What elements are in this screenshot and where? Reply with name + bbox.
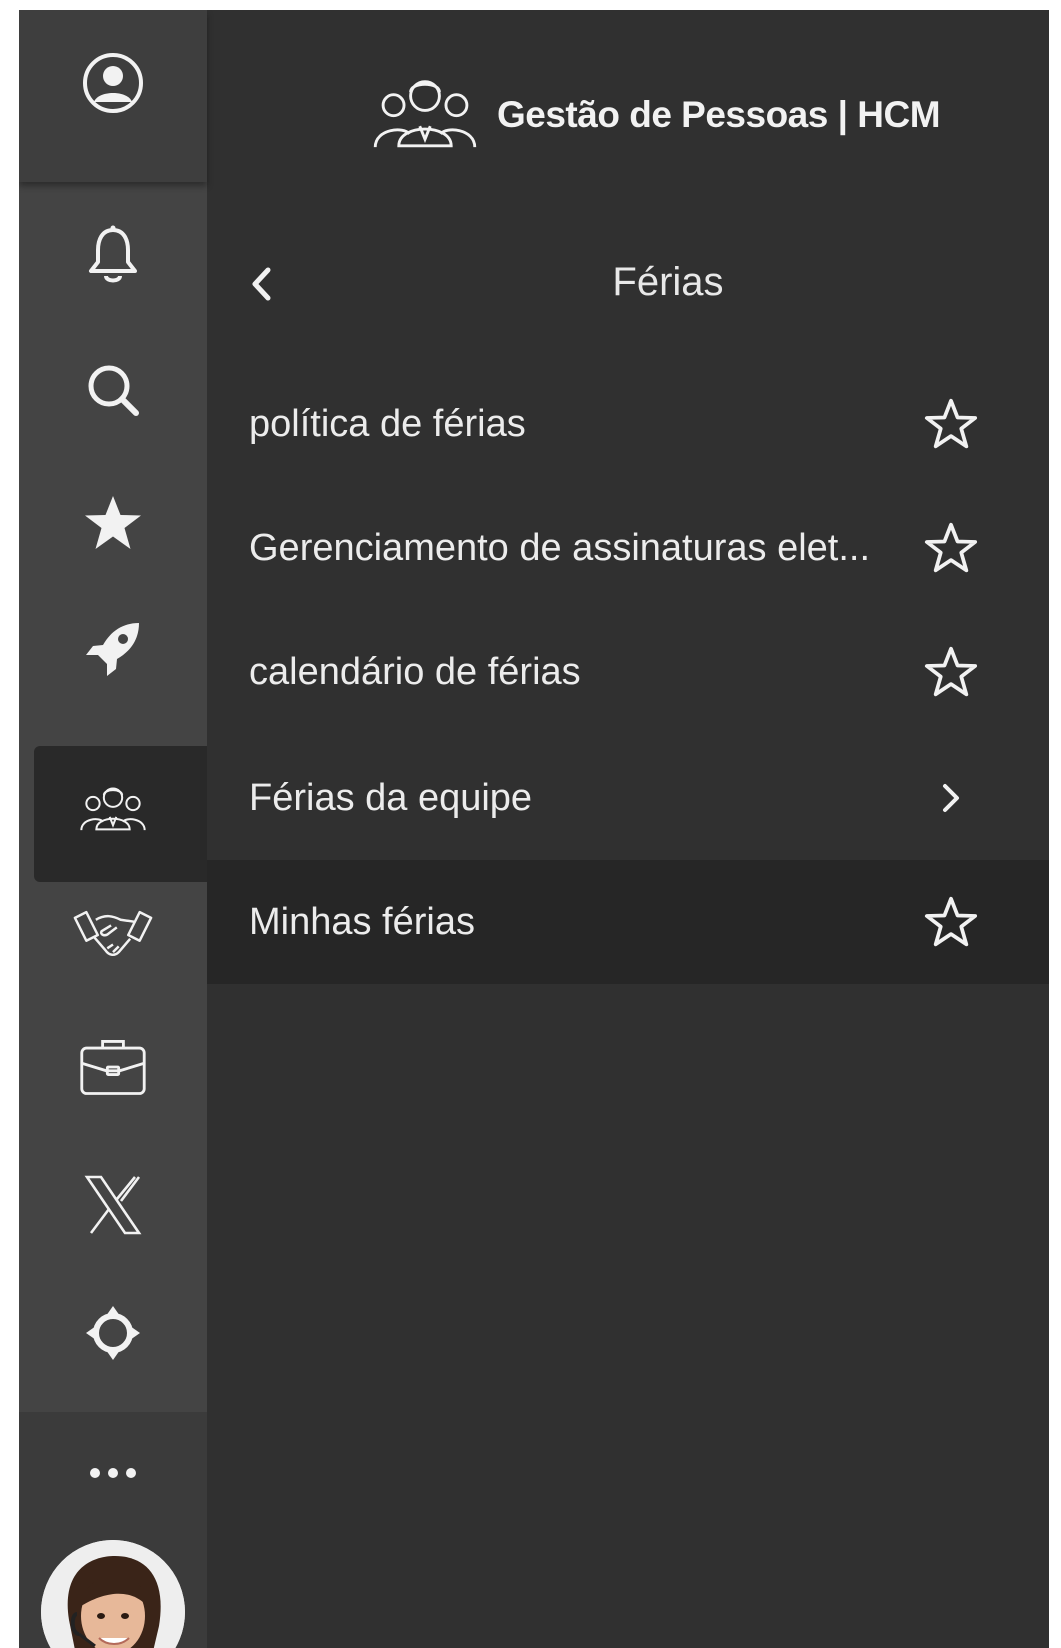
menu-item-label: Férias da equipe — [249, 776, 533, 819]
x-logo-icon[interactable] — [78, 1170, 148, 1240]
menu-item-calendario-de-ferias[interactable]: calendário de férias — [207, 610, 1049, 734]
people-group-icon — [370, 70, 480, 164]
menu-item-gerenciamento-assinaturas[interactable]: Gerenciamento de assinaturas elet... — [207, 486, 1049, 610]
app-title: Gestão de Pessoas | HCM — [497, 94, 941, 135]
icon-rail — [19, 10, 207, 1648]
people-group-icon[interactable] — [78, 776, 148, 846]
user-circle-icon[interactable] — [78, 48, 148, 118]
menu-item-minhas-ferias[interactable]: Minhas férias — [207, 860, 1049, 984]
more-dots-icon[interactable] — [78, 1438, 148, 1508]
star-outline-icon[interactable] — [919, 516, 983, 580]
rocket-icon[interactable] — [78, 614, 148, 684]
menu-item-label: política de férias — [249, 402, 526, 445]
star-outline-icon[interactable] — [919, 640, 983, 704]
briefcase-icon[interactable] — [78, 1032, 148, 1102]
star-outline-icon[interactable] — [919, 890, 983, 954]
star-icon[interactable] — [78, 488, 148, 558]
menu-item-label: Minhas férias — [249, 900, 475, 943]
menu-item-label: calendário de férias — [249, 650, 581, 693]
nav-header: Férias — [207, 236, 1049, 332]
star-outline-icon[interactable] — [919, 392, 983, 456]
menu-item-label: Gerenciamento de assinaturas elet... — [249, 526, 871, 569]
menu-item-politica-de-ferias[interactable]: política de férias — [207, 362, 1049, 486]
crosshair-icon[interactable] — [78, 1298, 148, 1368]
chevron-right-icon[interactable] — [919, 766, 983, 830]
app-frame: Gestão de Pessoas | HCM Férias política … — [19, 10, 1049, 1648]
nav-title: Férias — [612, 260, 724, 304]
app-header: Gestão de Pessoas | HCM — [207, 10, 1049, 200]
bell-icon[interactable] — [78, 220, 148, 290]
menu-panel: Gestão de Pessoas | HCM Férias política … — [207, 10, 1049, 1648]
handshake-icon[interactable] — [73, 900, 153, 970]
menu-item-ferias-da-equipe[interactable]: Férias da equipe — [207, 736, 1049, 860]
search-icon[interactable] — [78, 355, 148, 425]
